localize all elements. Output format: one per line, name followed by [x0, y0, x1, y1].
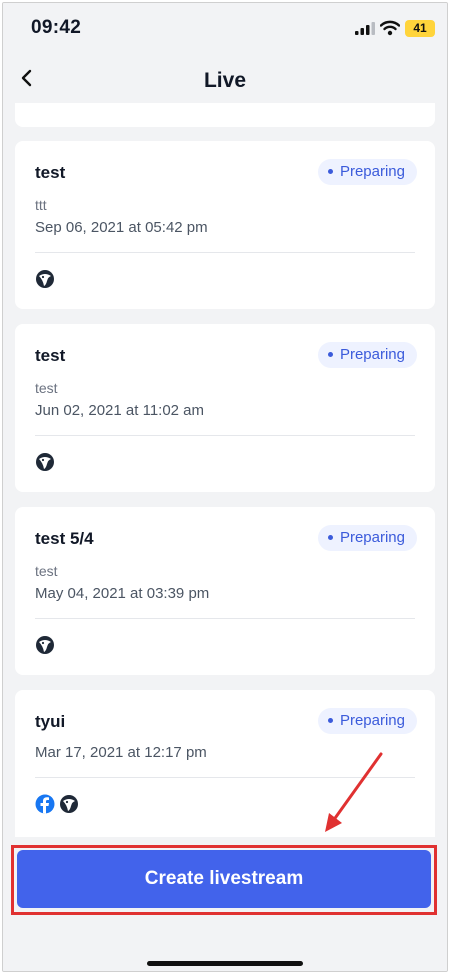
livestream-card-partial[interactable] [15, 103, 435, 127]
bottom-action-bar: Create livestream [3, 837, 447, 971]
status-badge-label: Preparing [339, 346, 405, 363]
status-badge-label: Preparing [339, 163, 405, 180]
status-badge: Preparing [317, 525, 417, 551]
card-divider [35, 777, 415, 778]
battery-icon: 41 [405, 20, 435, 37]
livestream-date: Mar 17, 2021 at 12:17 pm [35, 744, 207, 761]
livestream-title: test [35, 163, 66, 182]
livestream-card[interactable]: test 5/4 Preparing test May 04, 2021 at … [15, 507, 435, 675]
livestream-date: May 04, 2021 at 03:39 pm [35, 585, 210, 602]
platform-icons [35, 269, 55, 291]
nav-header: Live [3, 53, 447, 108]
bird-icon [60, 795, 78, 813]
status-dot-icon [327, 168, 333, 174]
livestream-description: ttt [35, 197, 47, 213]
card-divider [35, 252, 415, 253]
phone-screen: 09:42 41 Live test Preparing ttt Sep 06,… [2, 2, 448, 972]
status-badge-label: Preparing [339, 529, 405, 546]
livestream-title: test 5/4 [35, 529, 94, 548]
livestream-description: test [35, 563, 58, 579]
livestream-list[interactable]: test Preparing ttt Sep 06, 2021 at 05:42… [3, 103, 447, 837]
create-livestream-button[interactable]: Create livestream [17, 850, 431, 908]
livestream-date: Jun 02, 2021 at 11:02 am [35, 402, 205, 419]
card-divider [35, 618, 415, 619]
status-bar: 09:42 41 [3, 3, 447, 53]
wifi-icon [380, 20, 400, 36]
platform-icons [35, 452, 55, 474]
card-divider [35, 435, 415, 436]
platform-icons [35, 635, 55, 657]
livestream-card[interactable]: test Preparing test Jun 02, 2021 at 11:0… [15, 324, 435, 492]
livestream-title: tyui [35, 712, 66, 731]
home-indicator [147, 961, 303, 966]
status-time: 09:42 [31, 17, 82, 38]
livestream-description: test [35, 380, 58, 396]
platform-icons [35, 794, 79, 816]
bird-icon [36, 453, 54, 471]
status-badge-label: Preparing [339, 712, 405, 729]
page-title: Live [203, 69, 247, 92]
status-badge: Preparing [317, 342, 417, 368]
status-dot-icon [327, 717, 333, 723]
livestream-date: Sep 06, 2021 at 05:42 pm [35, 219, 208, 236]
livestream-card[interactable]: tyui Preparing Mar 17, 2021 at 12:17 pm [15, 690, 435, 837]
status-badge: Preparing [317, 708, 417, 734]
cellular-signal-icon [355, 22, 375, 35]
status-badge: Preparing [317, 159, 417, 185]
livestream-title: test [35, 346, 66, 365]
facebook-icon [35, 794, 55, 814]
bird-icon [36, 270, 54, 288]
livestream-card[interactable]: test Preparing ttt Sep 06, 2021 at 05:42… [15, 141, 435, 309]
bird-icon [36, 636, 54, 654]
status-dot-icon [327, 534, 333, 540]
status-dot-icon [327, 351, 333, 357]
